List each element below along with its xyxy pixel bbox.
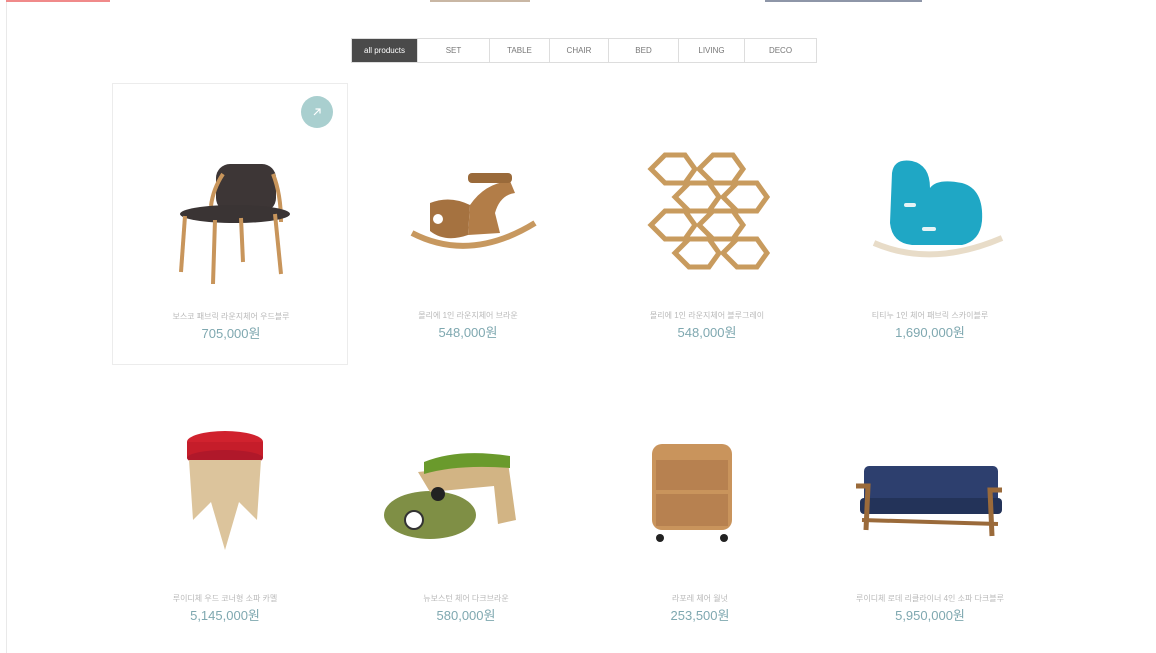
hexagon-shelf-icon bbox=[647, 152, 771, 270]
product-name[interactable]: 몰리에 1인 라운지체어 블루그레이 bbox=[589, 310, 825, 321]
rocking-horse-icon bbox=[410, 173, 537, 249]
product-price: 548,000원 bbox=[438, 325, 498, 340]
tab-bed[interactable]: BED bbox=[609, 39, 679, 62]
arrow-up-right-icon bbox=[313, 108, 321, 116]
product-name[interactable]: 뉴보스턴 체어 다크브라운 bbox=[348, 593, 584, 604]
product-price: 580,000원 bbox=[436, 608, 496, 623]
product-card[interactable]: 루이디체 로데 리클라이너 4인 소파 다크블루 5,950,000원 bbox=[812, 365, 1048, 647]
tab-all-products[interactable]: all products bbox=[352, 39, 418, 62]
rocking-chair-icon bbox=[872, 160, 1004, 258]
open-product-button[interactable] bbox=[301, 96, 333, 128]
tab-table[interactable]: TABLE bbox=[490, 39, 550, 62]
drawer-cabinet-icon bbox=[652, 444, 732, 542]
product-card[interactable]: 티티누 1인 체어 패브릭 스카이블루 1,690,000원 bbox=[812, 83, 1048, 365]
product-name[interactable]: 티티누 1인 체어 패브릭 스카이블루 bbox=[812, 310, 1048, 321]
product-card[interactable]: 뉴보스턴 체어 다크브라운 580,000원 bbox=[348, 365, 584, 647]
page-edge-line bbox=[6, 0, 7, 653]
product-card[interactable]: 라포레 체어 월넛 253,500원 bbox=[582, 365, 818, 647]
tab-set[interactable]: SET bbox=[418, 39, 490, 62]
kids-soccer-bench-icon bbox=[384, 453, 516, 539]
product-price: 5,950,000원 bbox=[895, 608, 965, 623]
product-price: 5,145,000원 bbox=[190, 608, 260, 623]
product-name[interactable]: 루이디체 로데 리클라이너 4인 소파 다크블루 bbox=[812, 593, 1048, 604]
sofa-icon bbox=[856, 466, 1002, 537]
tab-chair[interactable]: CHAIR bbox=[550, 39, 609, 62]
category-tabs: all products SET TABLE CHAIR BED LIVING … bbox=[351, 38, 817, 63]
product-price: 253,500원 bbox=[670, 608, 730, 623]
product-name[interactable]: 보스코 패브릭 라운지체어 우드블루 bbox=[113, 311, 349, 322]
product-price: 705,000원 bbox=[201, 326, 261, 341]
tab-living[interactable]: LIVING bbox=[679, 39, 745, 62]
product-name[interactable]: 루이디체 우드 코너형 소파 카멜 bbox=[107, 593, 343, 604]
stool-icon bbox=[187, 431, 263, 550]
tab-deco[interactable]: DECO bbox=[745, 39, 816, 62]
product-name[interactable]: 라포레 체어 월넛 bbox=[582, 593, 818, 604]
product-card[interactable]: 몰리에 1인 라운지체어 블루그레이 548,000원 bbox=[589, 83, 825, 365]
product-price: 1,690,000원 bbox=[895, 325, 965, 340]
product-card[interactable]: 보스코 패브릭 라운지체어 우드블루 705,000원 bbox=[112, 83, 348, 365]
product-card[interactable]: 루이디체 우드 코너형 소파 카멜 5,145,000원 bbox=[107, 365, 343, 647]
armchair-icon bbox=[179, 164, 290, 285]
top-color-strip bbox=[0, 0, 1156, 3]
product-card[interactable]: 몰리에 1인 라운지체어 브라운 548,000원 bbox=[350, 83, 586, 365]
product-name[interactable]: 몰리에 1인 라운지체어 브라운 bbox=[350, 310, 586, 321]
product-price: 548,000원 bbox=[677, 325, 737, 340]
